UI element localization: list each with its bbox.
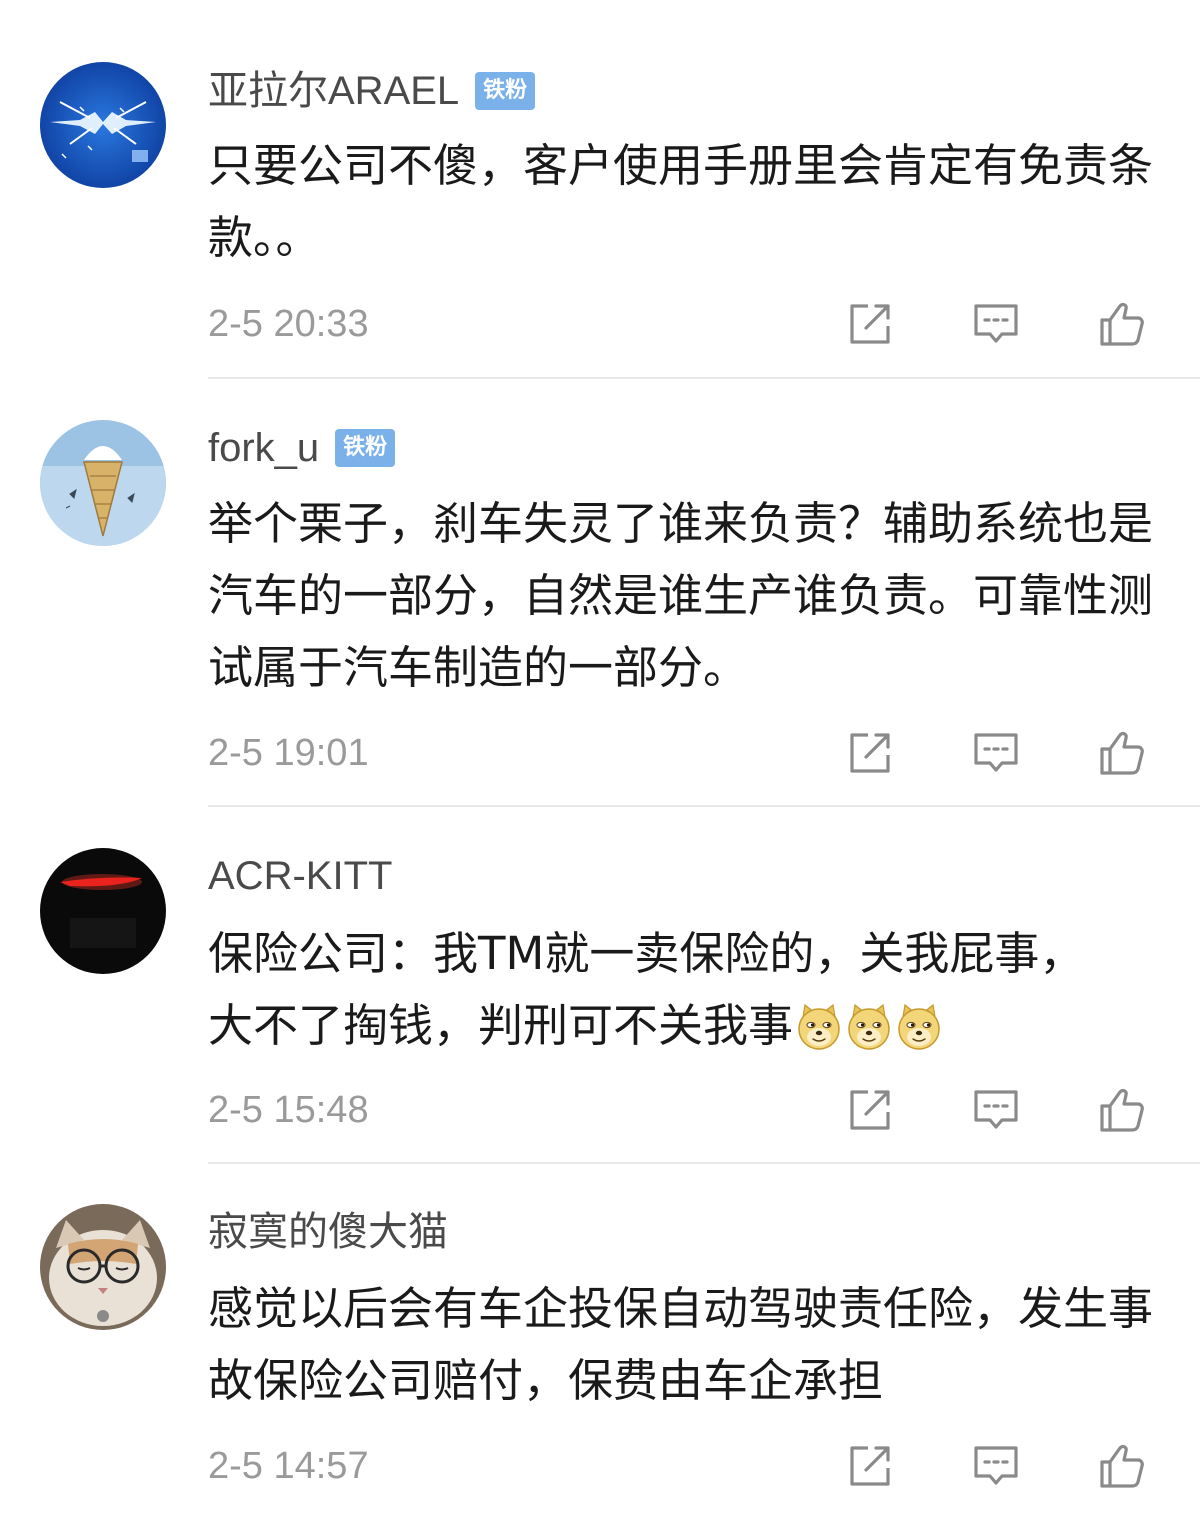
reply-button[interactable] <box>966 723 1026 783</box>
comment-text: 举个栗子，刹车失灵了谁来负责？辅助系统也是汽车的一部分，自然是谁生产谁负责。可靠… <box>208 497 1154 694</box>
share-button[interactable] <box>840 1436 900 1496</box>
avatar[interactable] <box>40 848 166 974</box>
divider <box>208 805 1200 807</box>
reply-button[interactable] <box>966 1080 1026 1140</box>
like-button[interactable] <box>1092 1080 1152 1140</box>
username[interactable]: 亚拉尔ARAEL <box>208 68 459 114</box>
comment-item: ACR-KITT 保险公司：我TM就一卖保险的，关我屁事，大不了掏钱，判刑可不关… <box>0 810 1200 1166</box>
like-button[interactable] <box>1092 723 1152 783</box>
reply-icon <box>972 300 1020 348</box>
thumbs-up-icon <box>1098 300 1146 348</box>
comment-item: fork_u 铁粉 举个栗子，刹车失灵了谁来负责？辅助系统也是汽车的一部分，自然… <box>0 380 1200 810</box>
divider <box>208 1162 1200 1164</box>
comment-footer: 2-5 15:48 <box>208 1080 1158 1140</box>
reply-button[interactable] <box>966 294 1026 354</box>
share-button[interactable] <box>840 723 900 783</box>
reply-icon <box>972 1086 1020 1134</box>
thumbs-up-icon <box>1098 1442 1146 1490</box>
comment-footer: 2-5 14:57 <box>208 1436 1158 1496</box>
fan-badge: 铁粉 <box>475 72 536 110</box>
timestamp: 2-5 15:48 <box>208 1089 369 1131</box>
comment-text: 感觉以后会有车企投保自动驾驶责任险，发生事故保险公司赔付，保费由车企承担 <box>208 1282 1154 1407</box>
doge-emoji <box>895 1003 943 1051</box>
comment-item: 亚拉尔ARAEL 铁粉 只要公司不傻，客户使用手册里会肯定有免责条款。。 2-5… <box>0 0 1200 380</box>
username[interactable]: 寂寞的傻大猫 <box>208 1209 448 1255</box>
share-icon <box>846 300 894 348</box>
comment-item: 寂寞的傻大猫 感觉以后会有车企投保自动驾驶责任险，发生事故保险公司赔付，保费由车… <box>0 1166 1200 1520</box>
comment-text: 保险公司：我TM就一卖保险的，关我屁事，大不了掏钱，判刑可不关我事 <box>208 918 1108 1062</box>
share-icon <box>846 1086 894 1134</box>
fan-badge: 铁粉 <box>335 429 396 467</box>
reply-icon <box>972 729 1020 777</box>
thumbs-up-icon <box>1098 729 1146 777</box>
comment-footer: 2-5 20:33 <box>208 294 1158 354</box>
comment-text-body: 保险公司：我TM就一卖保险的，关我屁事，大不了掏钱，判刑可不关我事 <box>208 927 1085 1052</box>
avatar[interactable] <box>40 1204 166 1330</box>
like-button[interactable] <box>1092 294 1152 354</box>
comment-footer: 2-5 19:01 <box>208 723 1158 783</box>
reply-button[interactable] <box>966 1436 1026 1496</box>
username[interactable]: fork_u <box>208 425 319 471</box>
timestamp: 2-5 20:33 <box>208 303 369 345</box>
avatar[interactable] <box>40 62 166 188</box>
timestamp: 2-5 14:57 <box>208 1445 369 1487</box>
reply-icon <box>972 1442 1020 1490</box>
divider <box>208 377 1200 379</box>
comment-text: 只要公司不傻，客户使用手册里会肯定有免责条款。。 <box>208 139 1154 264</box>
username[interactable]: ACR-KITT <box>208 853 392 899</box>
timestamp: 2-5 19:01 <box>208 732 369 774</box>
doge-emoji <box>795 1003 843 1051</box>
share-button[interactable] <box>840 294 900 354</box>
emoji-row <box>793 1003 943 1051</box>
avatar[interactable] <box>40 420 166 546</box>
thumbs-up-icon <box>1098 1086 1146 1134</box>
share-icon <box>846 729 894 777</box>
share-icon <box>846 1442 894 1490</box>
doge-emoji <box>845 1003 893 1051</box>
like-button[interactable] <box>1092 1436 1152 1496</box>
share-button[interactable] <box>840 1080 900 1140</box>
